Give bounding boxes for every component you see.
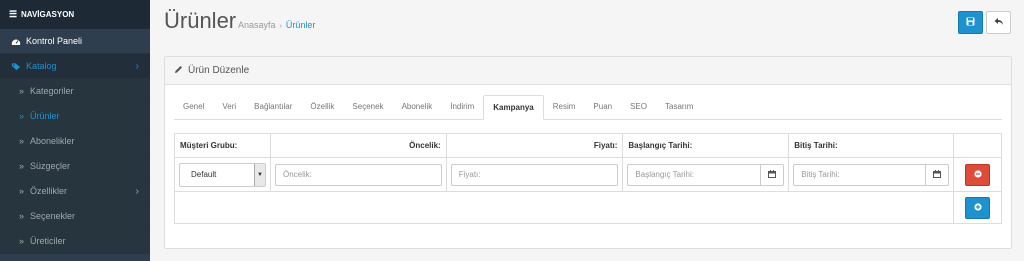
sidebar: ☰ NAVİGASYON Kontrol Paneli Katalog › » … — [0, 0, 150, 261]
breadcrumb-separator: › — [279, 23, 282, 30]
sidebar-item-filters[interactable]: » Süzgeçler — [0, 154, 150, 179]
chevron-right-icon: › — [135, 185, 139, 197]
product-edit-panel: Ürün Düzenle Genel Veri Bağlantılar Özel… — [164, 56, 1012, 249]
chevron-right-icon: › — [135, 60, 139, 72]
customer-group-value: Default — [191, 170, 217, 179]
minus-circle-icon — [973, 169, 982, 180]
cell-priority: Öncelik: — [270, 157, 447, 192]
tab-option[interactable]: Seçenek — [343, 94, 392, 119]
tags-icon — [11, 62, 21, 71]
sidebar-item-catalog[interactable]: Katalog › — [0, 54, 150, 79]
double-chevron-icon: » — [19, 86, 25, 96]
plus-circle-icon — [973, 202, 982, 213]
navigation-header-label: NAVİGASYON — [21, 10, 75, 19]
start-date-group: Başlangıç Tarihi: — [627, 163, 785, 186]
remove-row-button[interactable] — [965, 163, 990, 186]
sidebar-item-label: Üreticiler — [30, 236, 66, 246]
add-row-button[interactable] — [965, 196, 990, 219]
column-header-action — [953, 133, 1002, 158]
table-row: Default ▼ Öncelik: Fiyatı: Başlangıç Tar… — [174, 157, 1002, 192]
sidebar-item-label: Kontrol Paneli — [26, 36, 83, 46]
save-button[interactable] — [958, 11, 983, 34]
sidebar-item-label: Seçenekler — [30, 211, 76, 221]
tab-links[interactable]: Bağlantılar — [245, 94, 301, 119]
double-chevron-icon: » — [19, 211, 25, 221]
save-icon — [966, 17, 975, 29]
sidebar-item-manufacturers[interactable]: » Üreticiler — [0, 229, 150, 254]
tab-special[interactable]: Kampanya — [483, 95, 544, 120]
double-chevron-icon: » — [19, 136, 25, 146]
tab-general[interactable]: Genel — [174, 94, 213, 119]
bars-icon: ☰ — [8, 9, 18, 19]
sidebar-item-label: Katalog — [26, 61, 57, 71]
caret-down-icon: ▼ — [254, 163, 265, 186]
double-chevron-icon: » — [19, 186, 25, 196]
calendar-icon — [932, 169, 941, 180]
sidebar-item-attributes[interactable]: » Özellikler › — [0, 179, 150, 204]
cell-price: Fiyatı: — [445, 157, 624, 192]
tab-design[interactable]: Tasarım — [656, 94, 702, 119]
tab-attribute[interactable]: Özellik — [301, 94, 343, 119]
reply-icon — [994, 17, 1004, 29]
cell-customer-group: Default ▼ — [174, 157, 271, 192]
column-header-priority: Öncelik: — [270, 133, 447, 158]
page-title: Ürünler — [164, 8, 237, 33]
sidebar-item-label: Ürünler — [30, 111, 60, 121]
column-header-price: Fiyatı: — [445, 133, 624, 158]
end-date-calendar-button[interactable] — [925, 163, 949, 186]
pencil-icon — [174, 65, 183, 77]
breadcrumb-home[interactable]: Anasayfa — [238, 20, 276, 30]
double-chevron-icon: » — [19, 161, 25, 171]
breadcrumb: Anasayfa › Ürünler — [238, 20, 315, 30]
start-date-calendar-button[interactable] — [760, 163, 785, 186]
tab-image[interactable]: Resim — [544, 94, 585, 119]
sidebar-item-categories[interactable]: » Kategoriler — [0, 79, 150, 104]
tab-subscription[interactable]: Abonelik — [393, 94, 442, 119]
panel-title: Ürün Düzenle — [188, 65, 250, 76]
sidebar-item-products[interactable]: » Ürünler — [0, 104, 150, 129]
end-date-input[interactable]: Bitiş Tarihi: — [793, 163, 926, 186]
cell-start-date: Başlangıç Tarihi: — [622, 157, 790, 192]
sidebar-item-label: Kategoriler — [30, 86, 74, 96]
double-chevron-icon: » — [19, 111, 25, 121]
sidebar-item-label: Özellikler — [30, 186, 68, 196]
cell-end-date: Bitiş Tarihi: — [788, 157, 954, 192]
column-header-start-date: Başlangıç Tarihi: — [622, 133, 790, 158]
cell-action — [953, 157, 1002, 192]
panel-heading: Ürün Düzenle — [165, 57, 1011, 85]
sidebar-item-subscriptions[interactable]: » Abonelikler — [0, 129, 150, 154]
tab-discount[interactable]: İndirim — [441, 94, 483, 119]
price-input[interactable]: Fiyatı: — [450, 163, 619, 186]
tab-data[interactable]: Veri — [213, 94, 245, 119]
navigation-header: ☰ NAVİGASYON — [0, 0, 150, 29]
customer-group-select[interactable]: Default ▼ — [179, 162, 266, 187]
start-date-input[interactable]: Başlangıç Tarihi: — [627, 163, 761, 186]
table-footer-row — [174, 191, 1002, 224]
sidebar-item-label: Abonelikler — [30, 136, 75, 146]
cell-add — [953, 191, 1002, 224]
sidebar-item-dashboard[interactable]: Kontrol Paneli — [0, 29, 150, 54]
back-button[interactable] — [986, 11, 1011, 34]
column-header-customer-group: Müşteri Grubu: — [174, 133, 271, 158]
tab-seo[interactable]: SEO — [621, 94, 656, 119]
sidebar-item-label: Süzgeçler — [30, 161, 71, 171]
breadcrumb-products[interactable]: Ürünler — [286, 20, 316, 30]
special-price-table: Müşteri Grubu: Öncelik: Fiyatı: Başlangı… — [174, 133, 1002, 224]
dashboard-icon — [11, 37, 21, 46]
calendar-icon — [767, 169, 776, 180]
table-header-row: Müşteri Grubu: Öncelik: Fiyatı: Başlangı… — [174, 133, 1002, 158]
end-date-group: Bitiş Tarihi: — [793, 163, 949, 186]
tab-reward-points[interactable]: Puan — [584, 94, 621, 119]
double-chevron-icon: » — [19, 236, 25, 246]
column-header-end-date: Bitiş Tarihi: — [788, 133, 954, 158]
priority-input[interactable]: Öncelik: — [275, 163, 442, 186]
sidebar-item-options[interactable]: » Seçenekler — [0, 204, 150, 229]
footer-empty-cell — [174, 191, 954, 224]
product-tabs: Genel Veri Bağlantılar Özellik Seçenek A… — [174, 95, 1002, 120]
